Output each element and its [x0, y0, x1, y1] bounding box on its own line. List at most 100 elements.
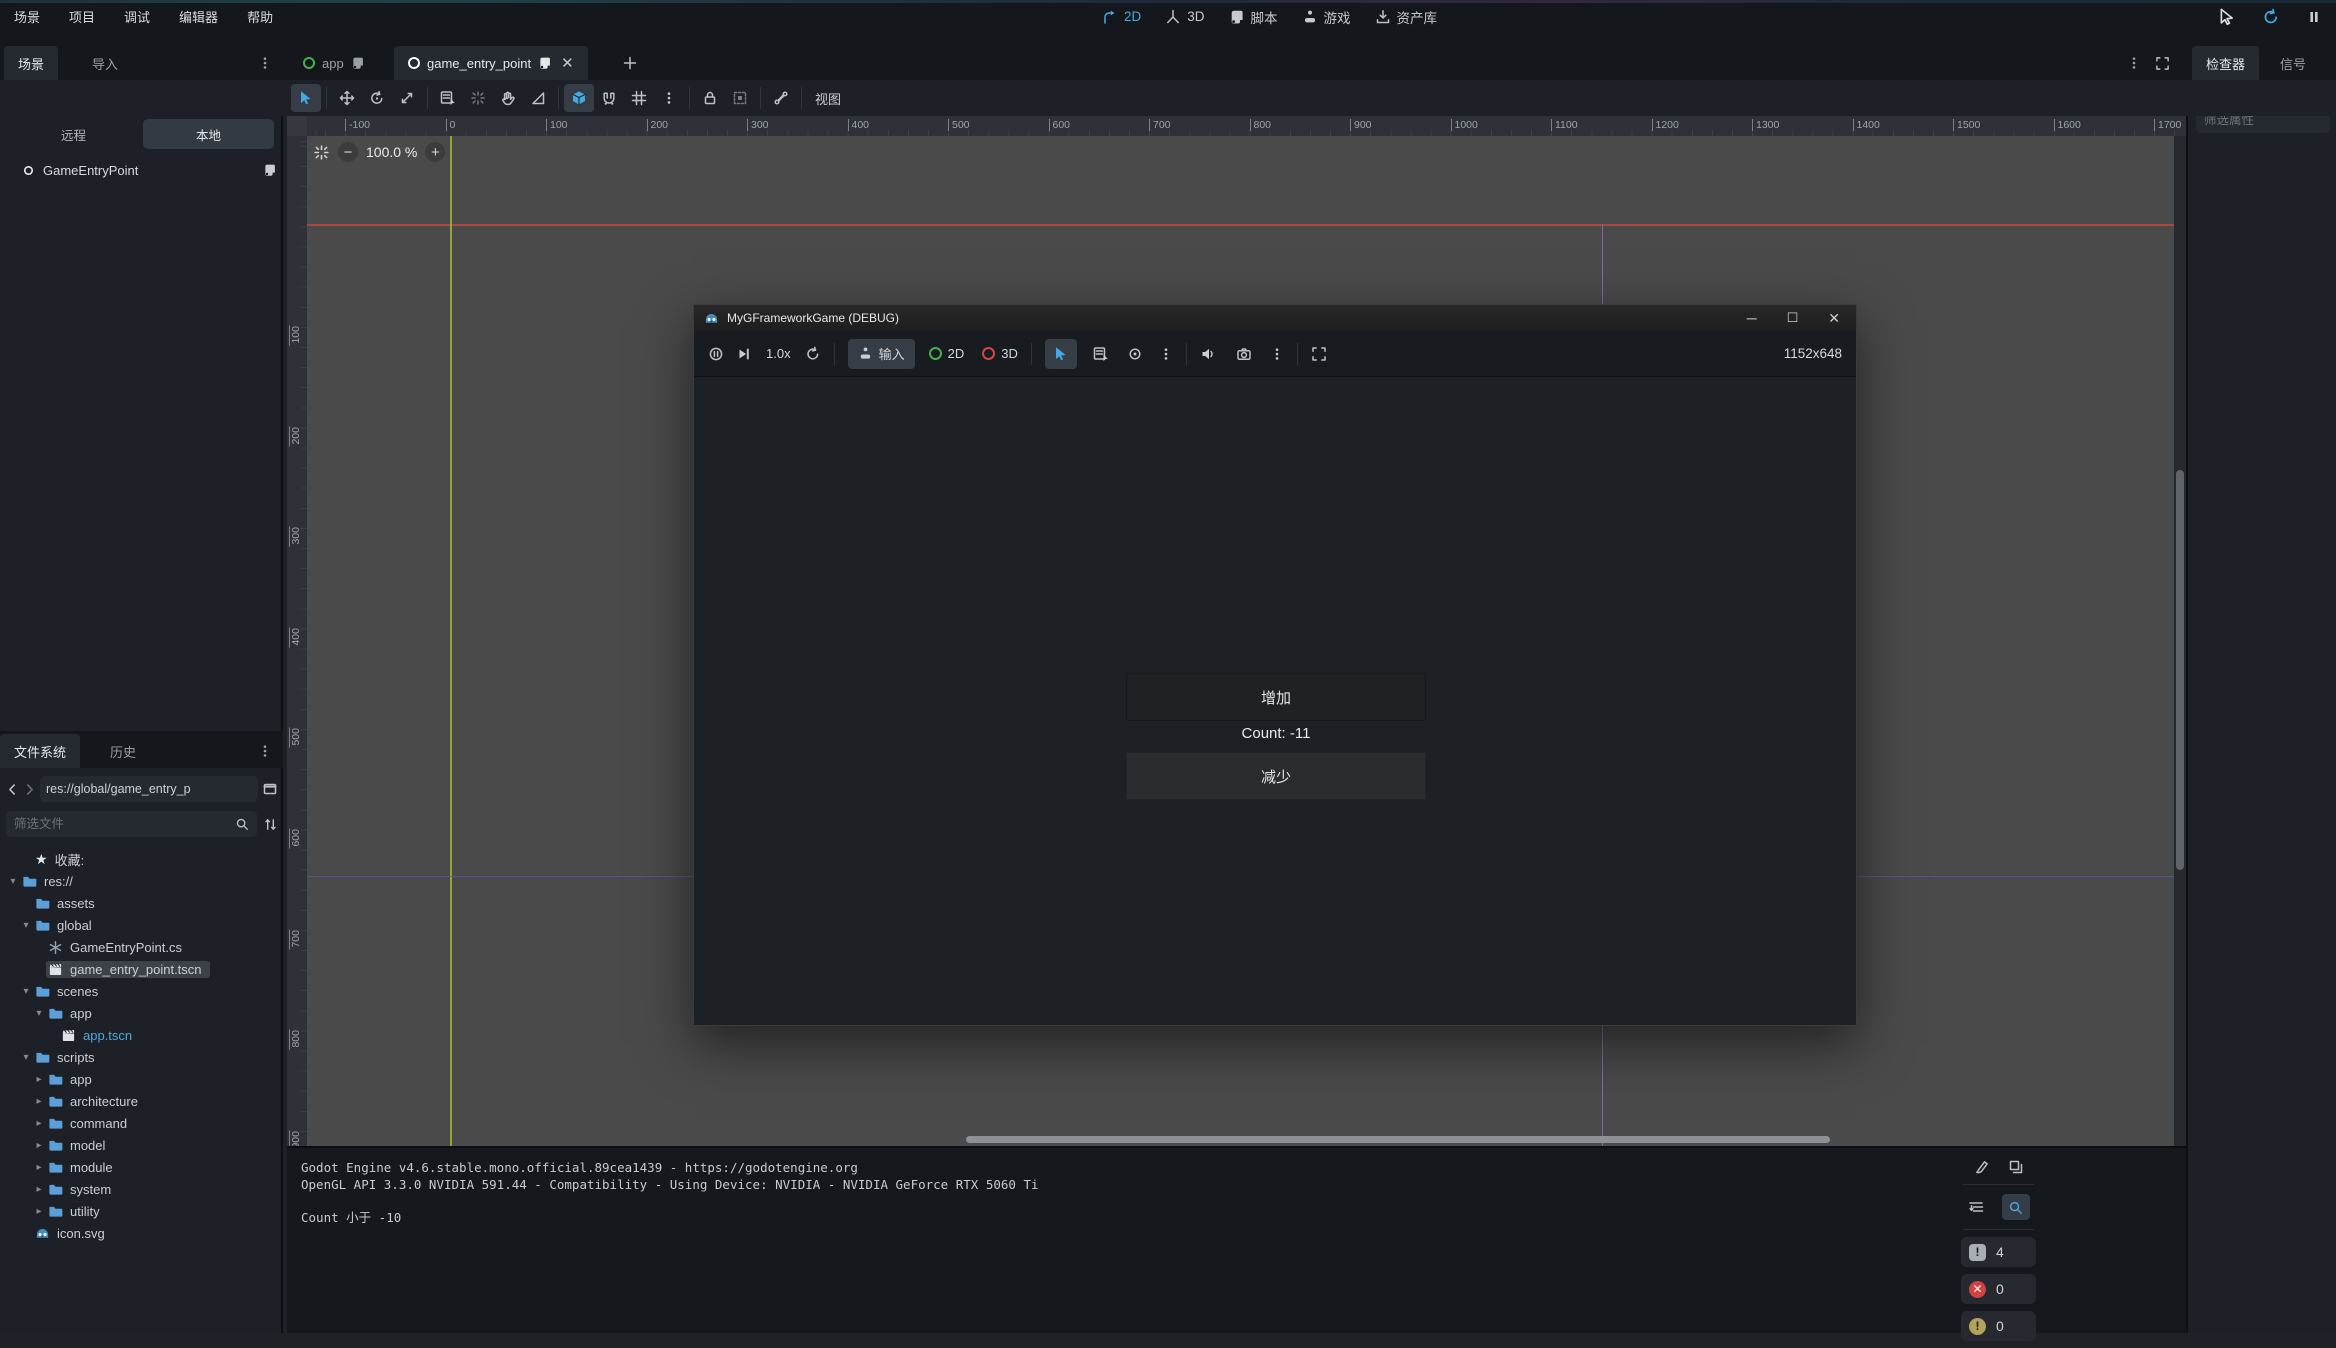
- options-dots-icon[interactable]: [1159, 347, 1173, 361]
- file-tree-row[interactable]: ▸ ★ architecture: [0, 1090, 283, 1112]
- ruler-tool-button[interactable]: [523, 84, 553, 112]
- screenshot-icon[interactable]: [1236, 346, 1252, 362]
- forward-icon[interactable]: [23, 783, 36, 796]
- file-tree-row[interactable]: ★ assets: [0, 892, 283, 914]
- scene-tab-game-entry-point[interactable]: game_entry_point ✕: [394, 46, 588, 80]
- more-dots-icon[interactable]: [1270, 347, 1284, 361]
- split-mode-icon[interactable]: [262, 781, 278, 797]
- file-tree-row[interactable]: ★ icon.svg: [0, 1222, 283, 1244]
- tab-inspector[interactable]: 检查器: [2192, 46, 2259, 80]
- local-tab[interactable]: 本地: [143, 119, 274, 149]
- tab-import-dock[interactable]: 导入: [78, 46, 132, 80]
- close-icon[interactable]: ✕: [561, 54, 574, 72]
- skeleton-button[interactable]: [766, 84, 796, 112]
- lock-button[interactable]: [695, 84, 725, 112]
- new-scene-tab-button[interactable]: [614, 46, 646, 80]
- expand-arrow[interactable]: ▸: [32, 1118, 46, 1129]
- file-tree-row[interactable]: ▸ ★ app: [0, 1068, 283, 1090]
- script-icon[interactable]: [538, 56, 552, 70]
- scene-dock-menu-button[interactable]: [252, 46, 278, 80]
- pivot-tool-button[interactable]: [463, 84, 493, 112]
- scene-tabs-menu-button[interactable]: [2122, 46, 2146, 80]
- restart-icon[interactable]: [2262, 8, 2280, 26]
- fullscreen-icon[interactable]: [1311, 346, 1327, 362]
- expand-arrow[interactable]: ▾: [19, 920, 33, 931]
- file-tree-row[interactable]: ▾ ★ scenes: [0, 980, 283, 1002]
- increase-button[interactable]: 增加: [1126, 673, 1426, 721]
- play-cursor-icon[interactable]: [2218, 8, 2236, 26]
- audio-mute-icon[interactable]: [1200, 346, 1216, 362]
- scene-tree-root-row[interactable]: GameEntryPoint: [22, 159, 277, 181]
- expand-arrow[interactable]: ▾: [32, 1008, 46, 1019]
- file-tree-row[interactable]: ★ GameEntryPoint.cs: [0, 936, 283, 958]
- file-tree-row[interactable]: ▾ ★ global: [0, 914, 283, 936]
- list-select-tool-button[interactable]: [433, 84, 463, 112]
- speed-label[interactable]: 1.0x: [766, 346, 791, 361]
- next-frame-icon[interactable]: [736, 346, 752, 362]
- file-tree-row[interactable]: ▸ ★ system: [0, 1178, 283, 1200]
- menu-item[interactable]: 场景: [8, 5, 46, 28]
- zoom-in-button[interactable]: +: [425, 142, 445, 162]
- filesystem-menu-button[interactable]: [252, 734, 278, 768]
- tab-scene-dock[interactable]: 场景: [4, 46, 58, 80]
- zoom-out-button[interactable]: −: [338, 142, 358, 162]
- sort-icon[interactable]: [263, 817, 278, 832]
- file-tree-row[interactable]: ★ 收藏:: [0, 848, 283, 870]
- horizontal-scrollbar[interactable]: [966, 1136, 1830, 1143]
- zoom-percent[interactable]: 100.0 %: [366, 144, 417, 160]
- workspace-2d-button[interactable]: 2D: [1102, 9, 1141, 25]
- center-view-icon[interactable]: [313, 144, 330, 161]
- search-output-button[interactable]: [2002, 1194, 2030, 1220]
- file-tree-row[interactable]: ▸ ★ model: [0, 1134, 283, 1156]
- tab-filesystem[interactable]: 文件系统: [0, 734, 80, 768]
- script-icon[interactable]: [351, 56, 365, 70]
- expand-arrow[interactable]: ▾: [6, 876, 20, 887]
- expand-arrow[interactable]: ▾: [19, 986, 33, 997]
- pick-node-button[interactable]: [1045, 339, 1077, 369]
- close-icon[interactable]: ✕: [1828, 310, 1840, 327]
- mode-2d-button[interactable]: 2D: [929, 346, 965, 361]
- list-select-icon[interactable]: [1093, 346, 1109, 362]
- errors-badge[interactable]: ✕ 0: [1961, 1274, 2036, 1304]
- scale-tool-button[interactable]: [392, 84, 422, 112]
- expand-arrow[interactable]: ▸: [32, 1096, 46, 1107]
- vertical-scrollbar[interactable]: [2174, 136, 2186, 1146]
- scene-tab-app[interactable]: app: [289, 46, 379, 80]
- move-tool-button[interactable]: [332, 84, 362, 112]
- remote-tab[interactable]: 远程: [8, 119, 139, 149]
- decrease-button[interactable]: 减少: [1126, 752, 1426, 800]
- focus-target-icon[interactable]: [1127, 346, 1143, 362]
- expand-arrow[interactable]: ▸: [32, 1140, 46, 1151]
- maximize-icon[interactable]: ☐: [1787, 310, 1799, 326]
- smart-snap-button[interactable]: [564, 84, 594, 112]
- view-menu-button[interactable]: 视图: [807, 89, 849, 108]
- file-tree-row[interactable]: ▾ ★ res://: [0, 870, 283, 892]
- minimize-icon[interactable]: ─: [1747, 310, 1757, 326]
- warnings-badge[interactable]: ! 0: [1961, 1311, 2036, 1341]
- grid-snap-button[interactable]: [624, 84, 654, 112]
- break-icon[interactable]: [708, 346, 724, 362]
- path-input[interactable]: [46, 782, 252, 796]
- reset-speed-icon[interactable]: [805, 346, 821, 362]
- expand-arrow[interactable]: ▸: [32, 1074, 46, 1085]
- tab-history[interactable]: 历史: [96, 734, 150, 768]
- workspace-script-button[interactable]: 脚本: [1229, 7, 1278, 27]
- workspace-game-button[interactable]: 游戏: [1302, 7, 1351, 27]
- back-icon[interactable]: [6, 783, 19, 796]
- rotate-tool-button[interactable]: [362, 84, 392, 112]
- copy-output-icon[interactable]: [2008, 1159, 2024, 1175]
- tab-signals[interactable]: 信号: [2266, 46, 2320, 80]
- clear-output-icon[interactable]: [1974, 1159, 1990, 1175]
- workspace-assetlib-button[interactable]: 资产库: [1375, 7, 1438, 27]
- group-button[interactable]: [725, 84, 755, 112]
- menu-item[interactable]: 编辑器: [173, 5, 224, 28]
- menu-item[interactable]: 项目: [63, 5, 101, 28]
- expand-arrow[interactable]: ▸: [32, 1162, 46, 1173]
- select-tool-button[interactable]: [291, 84, 321, 112]
- workspace-3d-button[interactable]: 3D: [1165, 9, 1204, 25]
- file-tree-row[interactable]: ▾ ★ app: [0, 1002, 283, 1024]
- file-tree-row[interactable]: ▾ ★ scripts: [0, 1046, 283, 1068]
- pause-icon[interactable]: [2306, 9, 2322, 25]
- snap-options-button[interactable]: [654, 84, 684, 112]
- mode-3d-button[interactable]: 3D: [982, 346, 1018, 361]
